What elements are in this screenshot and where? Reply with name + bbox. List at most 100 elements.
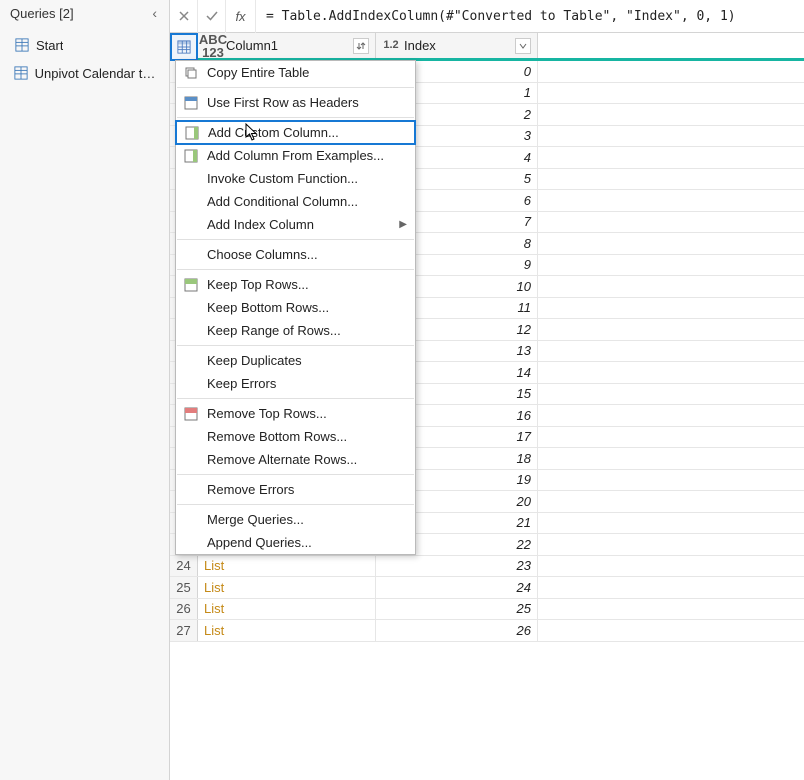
column-name: Column1 [226, 38, 353, 53]
menu-item-label: Keep Top Rows... [207, 277, 407, 292]
queries-sidebar: Queries [2] ‹ Start Unpivot Calendar to … [0, 0, 170, 780]
menu-item-remove-bottom-rows[interactable]: Remove Bottom Rows... [176, 425, 415, 448]
menu-item-label: Keep Errors [207, 376, 407, 391]
blank-icon [181, 428, 201, 446]
cell-index: 26 [376, 620, 538, 641]
blank-icon [181, 481, 201, 499]
column-name: Index [404, 38, 515, 53]
cell-column1[interactable]: List [198, 620, 376, 641]
row-number: 24 [170, 556, 198, 577]
blank-icon [181, 511, 201, 529]
cell-column1[interactable]: List [198, 599, 376, 620]
grid-header: ABC123 Column1 1.2 Index [170, 33, 804, 61]
blank-icon [181, 299, 201, 317]
menu-item-label: Invoke Custom Function... [207, 171, 407, 186]
column-header-index[interactable]: 1.2 Index [376, 33, 538, 58]
menu-item-label: Add Custom Column... [208, 125, 400, 140]
menu-item-label: Add Index Column [207, 217, 399, 232]
menu-item-label: Remove Bottom Rows... [207, 429, 407, 444]
menu-item-keep-top-rows[interactable]: Keep Top Rows... [176, 273, 415, 296]
blank-icon [181, 322, 201, 340]
menu-item-label: Remove Errors [207, 482, 407, 497]
cell-index: 24 [376, 577, 538, 598]
column-header-column1[interactable]: ABC123 Column1 [198, 33, 376, 58]
menu-item-label: Remove Top Rows... [207, 406, 407, 421]
menu-item-choose-columns[interactable]: Choose Columns... [176, 243, 415, 266]
blank-icon [181, 246, 201, 264]
table-row[interactable]: 27List26 [170, 620, 804, 642]
menu-item-label: Add Column From Examples... [207, 148, 407, 163]
blank-icon [181, 451, 201, 469]
table-context-menu: Copy Entire Table Use First Row as Header… [175, 60, 416, 555]
menu-item-add-index-column[interactable]: Add Index Column▶ [176, 213, 415, 236]
blank-icon [181, 193, 201, 211]
table-icon [14, 37, 30, 53]
table-row[interactable]: 25List24 [170, 577, 804, 599]
blank-icon [181, 216, 201, 234]
menu-item-label: Append Queries... [207, 535, 407, 550]
add-col-icon [182, 124, 202, 142]
headers-icon [181, 94, 201, 112]
menu-item-keep-range-of-rows[interactable]: Keep Range of Rows... [176, 319, 415, 342]
cell-index: 25 [376, 599, 538, 620]
menu-item-invoke-custom-function[interactable]: Invoke Custom Function... [176, 167, 415, 190]
menu-item-remove-alternate-rows[interactable]: Remove Alternate Rows... [176, 448, 415, 471]
menu-item-merge-queries[interactable]: Merge Queries... [176, 508, 415, 531]
menu-item-use-first-row-as-headers[interactable]: Use First Row as Headers [176, 91, 415, 114]
query-item-unpivot[interactable]: Unpivot Calendar to T... [0, 59, 169, 87]
submenu-arrow-icon: ▶ [399, 219, 407, 230]
row-number: 26 [170, 599, 198, 620]
query-list: Start Unpivot Calendar to T... [0, 26, 169, 92]
menu-item-label: Copy Entire Table [207, 65, 407, 80]
query-item-start[interactable]: Start [0, 31, 169, 59]
sidebar-collapse-icon[interactable]: ‹ [150, 5, 159, 21]
sidebar-header: Queries [2] ‹ [0, 0, 169, 26]
remove-top-icon [181, 405, 201, 423]
cell-column1[interactable]: List [198, 577, 376, 598]
row-number: 25 [170, 577, 198, 598]
formula-bar: fx = Table.AddIndexColumn(#"Converted to… [170, 0, 804, 33]
menu-item-add-conditional-column[interactable]: Add Conditional Column... [176, 190, 415, 213]
menu-item-add-custom-column[interactable]: Add Custom Column... [175, 120, 416, 145]
menu-item-keep-duplicates[interactable]: Keep Duplicates [176, 349, 415, 372]
menu-item-append-queries[interactable]: Append Queries... [176, 531, 415, 554]
menu-item-copy-entire-table[interactable]: Copy Entire Table [176, 61, 415, 84]
cell-column1[interactable]: List [198, 556, 376, 577]
copy-icon [181, 64, 201, 82]
sort-icon[interactable] [353, 38, 369, 54]
table-row[interactable]: 24List23 [170, 556, 804, 578]
datatype-any-icon: ABC123 [204, 33, 222, 59]
query-label: Unpivot Calendar to T... [35, 66, 159, 81]
menu-item-label: Keep Range of Rows... [207, 323, 407, 338]
blank-icon [181, 375, 201, 393]
fx-icon: fx [226, 0, 256, 33]
blank-icon [181, 170, 201, 188]
table-icon [14, 65, 29, 81]
table-menu-button[interactable] [170, 33, 198, 61]
menu-item-label: Keep Bottom Rows... [207, 300, 407, 315]
table-row[interactable]: 26List25 [170, 599, 804, 621]
datatype-decimal-icon: 1.2 [382, 40, 400, 51]
menu-item-label: Keep Duplicates [207, 353, 407, 368]
menu-item-label: Remove Alternate Rows... [207, 452, 407, 467]
cell-index: 23 [376, 556, 538, 577]
row-number: 27 [170, 620, 198, 641]
menu-item-remove-top-rows[interactable]: Remove Top Rows... [176, 402, 415, 425]
query-label: Start [36, 38, 63, 53]
blank-icon [181, 534, 201, 552]
menu-item-label: Add Conditional Column... [207, 194, 407, 209]
menu-item-keep-errors[interactable]: Keep Errors [176, 372, 415, 395]
cancel-formula-button[interactable] [170, 0, 198, 33]
menu-item-label: Use First Row as Headers [207, 95, 407, 110]
add-col-ex-icon [181, 147, 201, 165]
menu-item-keep-bottom-rows[interactable]: Keep Bottom Rows... [176, 296, 415, 319]
blank-icon [181, 352, 201, 370]
menu-item-remove-errors[interactable]: Remove Errors [176, 478, 415, 501]
menu-item-add-column-from-examples[interactable]: Add Column From Examples... [176, 144, 415, 167]
keep-top-icon [181, 276, 201, 294]
sidebar-title: Queries [2] [10, 6, 74, 21]
filter-dropdown-icon[interactable] [515, 38, 531, 54]
menu-item-label: Choose Columns... [207, 247, 407, 262]
accept-formula-button[interactable] [198, 0, 226, 33]
formula-input[interactable]: = Table.AddIndexColumn(#"Converted to Ta… [256, 0, 804, 33]
